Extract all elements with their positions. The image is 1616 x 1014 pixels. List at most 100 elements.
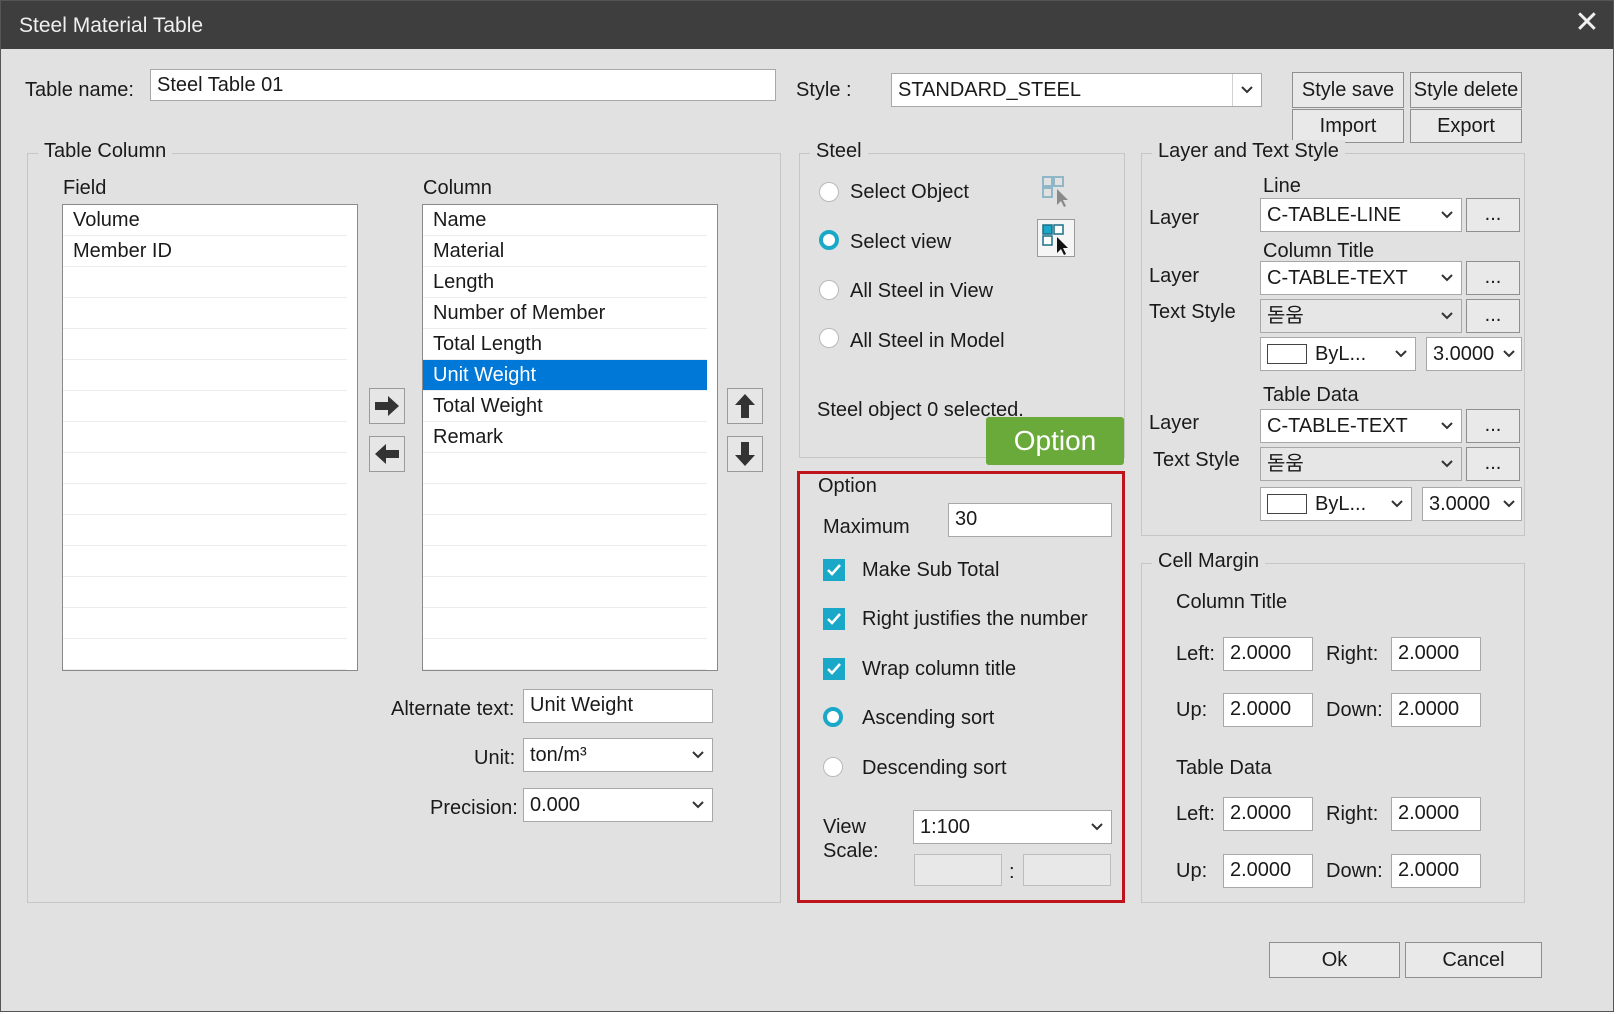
export-button[interactable]: Export (1410, 109, 1522, 143)
field-list-empty-row (63, 639, 347, 670)
chevron-down-icon[interactable] (1387, 338, 1415, 370)
unit-value: ton/m³ (530, 744, 587, 766)
style-save-button[interactable]: Style save (1292, 72, 1404, 108)
arrow-down-icon (735, 442, 755, 466)
field-label: Field (63, 177, 107, 199)
column-list-item[interactable]: Name (423, 205, 707, 236)
chevron-down-icon[interactable] (1433, 410, 1461, 442)
unit-select[interactable]: ton/m³ (523, 738, 713, 772)
select-object-radio[interactable] (819, 182, 839, 202)
all-steel-in-model-radio[interactable] (819, 328, 839, 348)
td-layer-value: C-TABLE-TEXT (1267, 415, 1408, 437)
style-delete-button[interactable]: Style delete (1410, 72, 1522, 108)
ct-layer-browse-button[interactable]: ... (1466, 261, 1520, 295)
td-text-style-select[interactable]: 돋움 (1260, 447, 1462, 481)
color-swatch (1267, 494, 1307, 514)
ct-right-input[interactable]: 2.0000 (1391, 637, 1481, 671)
all-steel-in-view-radio[interactable] (819, 280, 839, 300)
td-text-style-label: Text Style (1153, 449, 1240, 471)
field-list-empty-row (63, 577, 347, 608)
ct-height-select[interactable]: 3.0000 (1426, 337, 1522, 371)
ct-up-label: Up: (1176, 699, 1208, 721)
line-layer-select[interactable]: C-TABLE-LINE (1260, 198, 1462, 232)
chevron-down-icon[interactable] (1497, 338, 1521, 370)
column-list-item[interactable]: Total Weight (423, 391, 707, 422)
ct-color-select[interactable]: ByL... (1260, 337, 1416, 371)
close-icon[interactable]: ✕ (1571, 7, 1603, 39)
import-button[interactable]: Import (1292, 109, 1404, 143)
chevron-down-icon[interactable] (1433, 199, 1461, 231)
td-down-input[interactable]: 2.0000 (1391, 854, 1481, 888)
td-right-input[interactable]: 2.0000 (1391, 797, 1481, 831)
column-list-item[interactable]: Material (423, 236, 707, 267)
chevron-down-icon[interactable] (684, 789, 712, 821)
column-list-item[interactable]: Remark (423, 422, 707, 453)
chevron-down-icon[interactable] (1497, 488, 1521, 520)
td-text-style-browse-button[interactable]: ... (1466, 447, 1520, 481)
precision-value: 0.000 (530, 794, 581, 816)
column-list-empty-row (423, 577, 707, 608)
arrow-right-icon (375, 396, 399, 416)
td-height-select[interactable]: 3.0000 (1422, 487, 1522, 521)
column-list-item[interactable]: Length (423, 267, 707, 298)
ct-text-style-label: Text Style (1149, 301, 1236, 323)
cancel-button[interactable]: Cancel (1405, 942, 1542, 978)
column-list-item[interactable]: Unit Weight (423, 360, 707, 391)
ct-up-input[interactable]: 2.0000 (1223, 693, 1313, 727)
cm-table-data-heading: Table Data (1176, 757, 1272, 779)
ct-text-style-select[interactable]: 돋움 (1260, 299, 1462, 333)
td-left-input[interactable]: 2.0000 (1223, 797, 1313, 831)
column-list-item[interactable]: Number of Member (423, 298, 707, 329)
td-up-label: Up: (1176, 860, 1208, 882)
select-view-label: Select view (850, 231, 952, 253)
td-down-label: Down: (1326, 860, 1383, 882)
window-title: Steel Material Table (19, 14, 204, 37)
chevron-down-icon[interactable] (1433, 262, 1461, 294)
column-list[interactable]: Name Material Length Number of Member Total … (422, 204, 718, 671)
field-list-item[interactable]: Volume (63, 205, 347, 236)
ct-layer-select[interactable]: C-TABLE-TEXT (1260, 261, 1462, 295)
pick-view-icon[interactable] (1037, 219, 1075, 257)
ok-button[interactable]: Ok (1269, 942, 1400, 978)
ct-down-input[interactable]: 2.0000 (1391, 693, 1481, 727)
td-color-select[interactable]: ByL... (1260, 487, 1412, 521)
column-title-heading: Column Title (1263, 240, 1375, 262)
ct-left-input[interactable]: 2.0000 (1223, 637, 1313, 671)
ct-right-label: Right: (1326, 643, 1379, 665)
arrow-up-icon (735, 394, 755, 418)
move-left-button[interactable] (369, 436, 405, 472)
select-view-radio[interactable] (819, 230, 839, 250)
precision-label: Precision: (430, 797, 518, 819)
chevron-down-icon[interactable] (684, 739, 712, 771)
chevron-down-icon[interactable] (1433, 300, 1461, 332)
column-list-item[interactable]: Total Length (423, 329, 707, 360)
column-list-empty-row (423, 546, 707, 577)
td-layer-select[interactable]: C-TABLE-TEXT (1260, 409, 1462, 443)
field-list-item[interactable]: Member ID (63, 236, 347, 267)
ct-left-label: Left: (1176, 643, 1215, 665)
field-list-empty-row (63, 484, 347, 515)
column-list-empty-row (423, 515, 707, 546)
table-name-input[interactable]: Steel Table 01 (150, 69, 776, 101)
move-down-button[interactable] (727, 436, 763, 472)
chevron-down-icon[interactable] (1433, 448, 1461, 480)
style-select[interactable]: STANDARD_STEEL (891, 73, 1262, 107)
column-label: Column (423, 177, 492, 199)
td-layer-browse-button[interactable]: ... (1466, 409, 1520, 443)
line-layer-browse-button[interactable]: ... (1466, 198, 1520, 232)
precision-select[interactable]: 0.000 (523, 788, 713, 822)
arrow-left-icon (375, 444, 399, 464)
ct-text-style-browse-button[interactable]: ... (1466, 299, 1520, 333)
alternate-text-input[interactable]: Unit Weight (523, 689, 713, 723)
move-up-button[interactable] (727, 388, 763, 424)
chevron-down-icon[interactable] (1383, 488, 1411, 520)
pick-object-icon[interactable] (1037, 171, 1075, 209)
style-label: Style : (796, 79, 852, 101)
title-bar[interactable]: Steel Material Table ✕ (1, 1, 1613, 49)
move-right-button[interactable] (369, 388, 405, 424)
table-name-label: Table name: (25, 79, 134, 101)
line-heading: Line (1263, 175, 1301, 197)
chevron-down-icon[interactable] (1232, 74, 1261, 106)
field-list[interactable]: Volume Member ID (62, 204, 358, 671)
td-up-input[interactable]: 2.0000 (1223, 854, 1313, 888)
